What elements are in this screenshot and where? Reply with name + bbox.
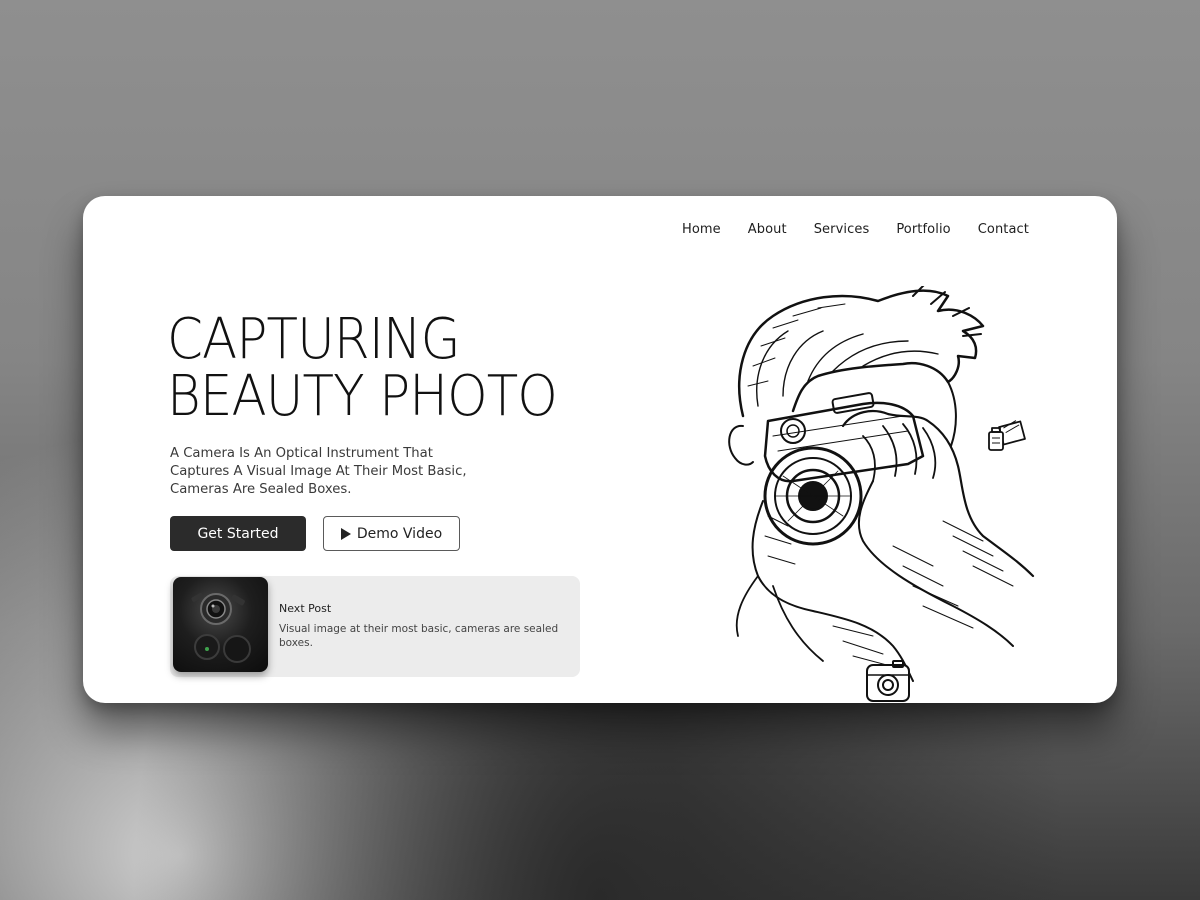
- instant-camera-icon: [866, 660, 910, 702]
- camera-lens-photo: [191, 593, 251, 663]
- photographer-sketch-illustration: [728, 286, 1035, 682]
- nav-portfolio[interactable]: Portfolio: [896, 222, 950, 237]
- nav-home[interactable]: Home: [682, 222, 721, 237]
- nav-contact[interactable]: Contact: [978, 222, 1029, 237]
- hero-card: Home About Services Portfolio Contact CA…: [83, 196, 1117, 703]
- demo-video-button[interactable]: Demo Video: [323, 516, 460, 551]
- next-post-card[interactable]: Next Post Visual image at their most bas…: [170, 576, 580, 677]
- play-icon: [340, 527, 351, 540]
- nav-about[interactable]: About: [748, 222, 787, 237]
- hero-title-line1: CAPTURING: [167, 307, 461, 372]
- main-nav: Home About Services Portfolio Contact: [682, 222, 1029, 237]
- hero-title: CAPTURING BEAUTY PHOTO: [167, 307, 558, 429]
- nav-services[interactable]: Services: [814, 222, 870, 237]
- film-icon: [988, 420, 1026, 451]
- get-started-button[interactable]: Get Started: [170, 516, 306, 551]
- next-post-thumbnail: [173, 577, 268, 672]
- demo-video-label: Demo Video: [356, 525, 443, 542]
- next-post-label: Next Post: [279, 602, 332, 615]
- hero-title-line2: BEAUTY PHOTO: [167, 364, 558, 429]
- hero-description: A Camera Is An Optical Instrument That C…: [170, 446, 467, 497]
- next-post-text: Visual image at their most basic, camera…: [279, 623, 559, 649]
